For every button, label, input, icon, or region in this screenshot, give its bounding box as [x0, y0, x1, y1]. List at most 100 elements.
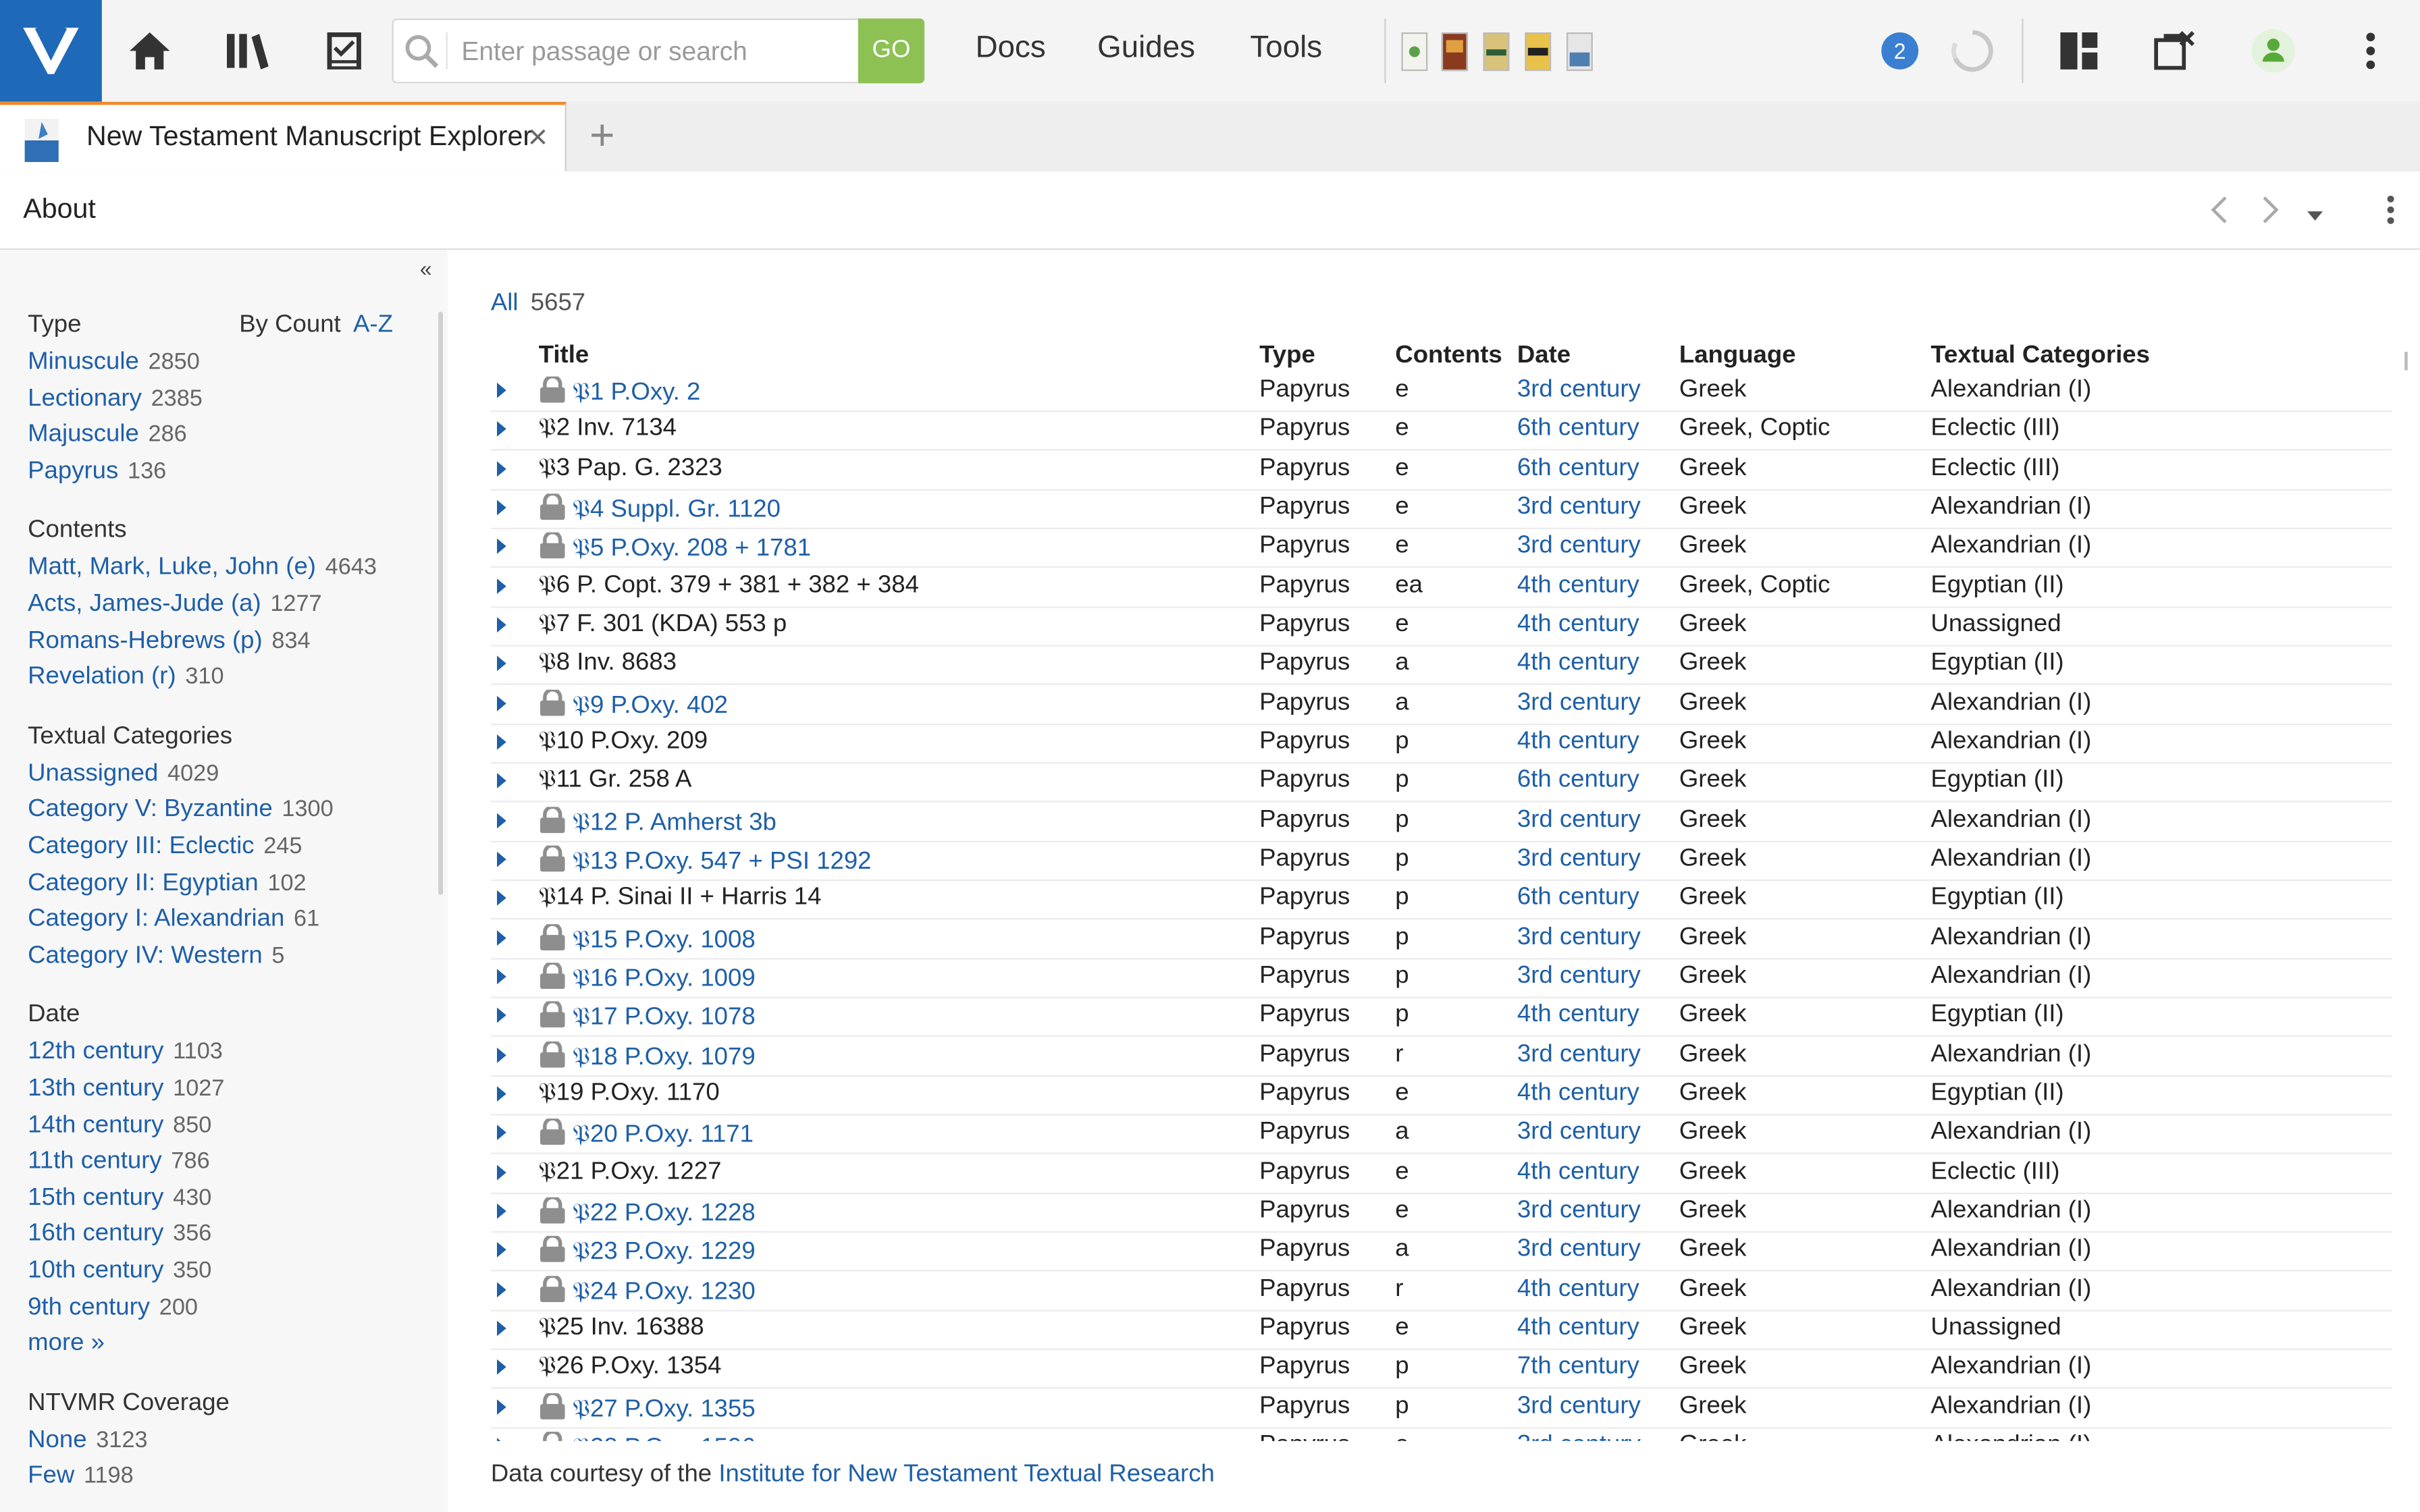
facet-item-label[interactable]: 10th century — [28, 1258, 163, 1284]
row-title-text[interactable]: 𝔓24 P.Oxy. 1230 — [573, 1278, 756, 1305]
facet-item[interactable]: Acts, James-Jude (a) 1277 — [28, 591, 322, 618]
recent-book-thumbnail[interactable] — [1483, 32, 1510, 72]
facet-item-label[interactable]: Category V: Byzantine — [28, 796, 273, 823]
row-title[interactable]: 𝔓16 P.Oxy. 1009 — [539, 961, 756, 996]
facet-item-label[interactable]: 13th century — [28, 1075, 163, 1102]
table-row[interactable]: 𝔓14 P. Sinai II + Harris 14 Papyrus p 6th c… — [490, 880, 2392, 920]
more-options-icon[interactable] — [2341, 22, 2400, 80]
row-date-link[interactable]: 4th century — [1517, 1275, 1639, 1303]
row-title[interactable]: 𝔓28 P.Oxy. 1596 — [539, 1430, 756, 1441]
sort-a-z[interactable]: A-Z — [353, 312, 393, 338]
row-title-text[interactable]: 𝔓5 P.Oxy. 208 + 1781 — [573, 536, 811, 562]
row-title[interactable]: 𝔓15 P.Oxy. 1008 — [539, 921, 756, 957]
expand-row-icon[interactable] — [497, 812, 506, 828]
row-title-text[interactable]: 𝔓1 P.Oxy. 2 — [573, 379, 700, 406]
row-date-link[interactable]: 3rd century — [1517, 923, 1641, 951]
facet-item[interactable]: Category V: Byzantine 1300 — [28, 796, 334, 824]
expand-row-icon[interactable] — [497, 1359, 506, 1376]
table-row[interactable]: 𝔓27 P.Oxy. 1355 Papyrus p 3rd century Greek A… — [490, 1388, 2392, 1428]
logos-logo[interactable] — [0, 0, 102, 102]
row-title[interactable]: 𝔓24 P.Oxy. 1230 — [539, 1273, 756, 1309]
expand-row-icon[interactable] — [497, 617, 506, 633]
table-row[interactable]: 𝔓7 F. 301 (KDA) 553 p Papyrus e 4th century… — [490, 606, 2392, 647]
table-row[interactable]: 𝔓15 P.Oxy. 1008 Papyrus p 3rd century Greek A… — [490, 919, 2392, 959]
sync-icon[interactable] — [1943, 22, 2002, 80]
facet-item[interactable]: 15th century 430 — [28, 1185, 211, 1212]
row-date-link[interactable]: 4th century — [1517, 1080, 1639, 1108]
column-header-language[interactable]: Language — [1679, 342, 1796, 370]
table-row[interactable]: 𝔓23 P.Oxy. 1229 Papyrus a 3rd century Greek A… — [490, 1232, 2392, 1272]
row-date-link[interactable]: 4th century — [1517, 650, 1639, 678]
expand-row-icon[interactable] — [497, 1281, 506, 1297]
facet-item[interactable]: Category IV: Western 5 — [28, 942, 284, 970]
facet-item-label[interactable]: 14th century — [28, 1112, 163, 1138]
expand-row-icon[interactable] — [497, 421, 506, 437]
table-row[interactable]: 𝔓4 Suppl. Gr. 1120 Papyrus e 3rd century Gre… — [490, 489, 2392, 529]
facet-item[interactable]: Few 1198 — [28, 1463, 134, 1491]
expand-row-icon[interactable] — [497, 539, 506, 555]
recent-book-thumbnail[interactable] — [1525, 32, 1552, 72]
facet-item[interactable]: Papyrus 136 — [28, 458, 166, 485]
row-date-link[interactable]: 3rd century — [1517, 807, 1641, 834]
row-date-link[interactable]: 3rd century — [1517, 533, 1641, 560]
column-header-contents[interactable]: Contents — [1395, 342, 1502, 370]
home-icon[interactable] — [120, 22, 179, 80]
row-title[interactable]: 𝔓4 Suppl. Gr. 1120 — [539, 491, 781, 527]
table-row[interactable]: 𝔓18 P.Oxy. 1079 Papyrus r 3rd century Greek A… — [490, 1036, 2392, 1077]
expand-row-icon[interactable] — [497, 1399, 506, 1415]
layouts-icon[interactable] — [2049, 22, 2108, 80]
expand-row-icon[interactable] — [497, 1164, 506, 1180]
table-row[interactable]: 𝔓6 P. Copt. 379 + 381 + 382 + 384 Papyrus… — [490, 567, 2392, 608]
tab-manuscript-explorer[interactable]: New Testament Manuscript Explorer × — [0, 101, 567, 171]
expand-row-icon[interactable] — [497, 890, 506, 907]
sidebar-scrollbar[interactable] — [438, 311, 443, 895]
facet-item-label[interactable]: Category I: Alexandrian — [28, 906, 284, 932]
facet-item-label[interactable]: Romans-Hebrews (p) — [28, 627, 263, 653]
institute-link[interactable]: Institute for New Testament Textual Rese… — [718, 1461, 1215, 1488]
facet-item[interactable]: Romans-Hebrews (p) 834 — [28, 627, 310, 655]
row-date-link[interactable]: 4th century — [1517, 611, 1639, 639]
row-title-text[interactable]: 𝔓18 P.Oxy. 1079 — [573, 1044, 756, 1071]
go-button[interactable]: GO — [858, 18, 925, 84]
row-title[interactable]: 𝔓5 P.Oxy. 208 + 1781 — [539, 531, 811, 566]
recent-book-thumbnail[interactable] — [1441, 32, 1468, 72]
row-title-text[interactable]: 𝔓16 P.Oxy. 1009 — [573, 966, 756, 992]
facet-item[interactable]: 10th century 350 — [28, 1258, 211, 1285]
facet-item[interactable]: 13th century 1027 — [28, 1075, 224, 1103]
collapse-sidebar-icon[interactable]: « — [420, 256, 432, 281]
facet-item-label[interactable]: more » — [28, 1330, 105, 1357]
row-title-text[interactable]: 𝔓12 P. Amherst 3b — [573, 809, 777, 836]
reading-plan-icon[interactable] — [315, 22, 373, 80]
row-date-link[interactable]: 4th century — [1517, 1158, 1639, 1186]
expand-row-icon[interactable] — [497, 460, 506, 477]
menu-guides[interactable]: Guides — [1097, 31, 1195, 67]
row-date-link[interactable]: 4th century — [1517, 728, 1639, 756]
table-row[interactable]: 𝔓12 P. Amherst 3b Papyrus p 3rd century Gree… — [490, 802, 2392, 842]
table-row[interactable]: 𝔓25 Inv. 16388 Papyrus e 4th century Greek Un… — [490, 1310, 2392, 1350]
table-row[interactable]: 𝔓10 P.Oxy. 209 Papyrus p 4th century Greek Al… — [490, 724, 2392, 764]
table-row[interactable]: 𝔓13 P.Oxy. 547 + PSI 1292 Papyrus p 3rd cen… — [490, 841, 2392, 882]
row-date-link[interactable]: 3rd century — [1517, 1393, 1641, 1420]
facet-item-label[interactable]: Majuscule — [28, 421, 139, 448]
row-date-link[interactable]: 3rd century — [1517, 689, 1641, 717]
back-icon[interactable] — [2207, 193, 2232, 235]
all-label[interactable]: All — [491, 290, 519, 317]
facet-item[interactable]: Minuscule 2850 — [28, 349, 200, 377]
facet-item[interactable]: Category III: Eclectic 245 — [28, 833, 302, 861]
expand-row-icon[interactable] — [497, 382, 506, 398]
row-date-link[interactable]: 3rd century — [1517, 1041, 1641, 1069]
expand-row-icon[interactable] — [497, 1086, 506, 1102]
facet-item-label[interactable]: Lectionary — [28, 385, 142, 412]
facet-item[interactable]: 12th century 1103 — [28, 1039, 223, 1066]
row-title-text[interactable]: 𝔓15 P.Oxy. 1008 — [573, 927, 756, 953]
row-title-text[interactable]: 𝔓17 P.Oxy. 1078 — [573, 1005, 756, 1031]
expand-row-icon[interactable] — [497, 773, 506, 789]
facet-item[interactable]: 11th century 786 — [28, 1148, 210, 1176]
facet-item[interactable]: Unassigned 4029 — [28, 760, 219, 788]
row-title[interactable]: 𝔓23 P.Oxy. 1229 — [539, 1234, 756, 1270]
close-panels-icon[interactable] — [2145, 22, 2204, 80]
expand-row-icon[interactable] — [497, 500, 506, 516]
facet-item[interactable]: None 3123 — [28, 1427, 147, 1455]
table-row[interactable]: 𝔓16 P.Oxy. 1009 Papyrus p 3rd century Greek A… — [490, 958, 2392, 998]
row-title-text[interactable]: 𝔓27 P.Oxy. 1355 — [573, 1396, 756, 1422]
